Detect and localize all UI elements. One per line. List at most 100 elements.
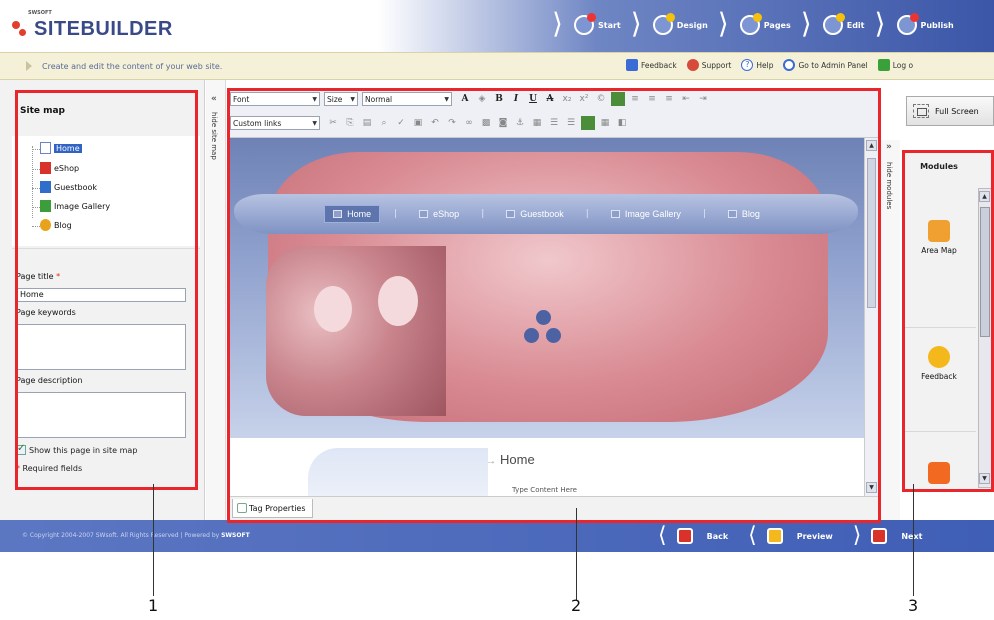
copy-icon[interactable]: ⎘ (343, 116, 357, 130)
back-button[interactable]: ⟨ Back (648, 525, 738, 547)
preview-button[interactable]: ⟨ Preview (738, 525, 843, 547)
help-link[interactable]: ? Help (741, 59, 773, 71)
tree-item-eshop[interactable]: eShop (32, 162, 79, 174)
pages-step-icon (739, 13, 762, 35)
source-icon[interactable]: ◧ (615, 116, 629, 130)
collapse-left-button[interactable]: « (211, 94, 217, 104)
italic-icon[interactable]: I (509, 92, 523, 106)
page-keywords-textarea[interactable] (16, 324, 186, 370)
insert-table-icon[interactable]: ▦ (598, 116, 612, 130)
step-publish[interactable]: ⟩ Publish (875, 8, 964, 42)
spellcheck-icon[interactable]: ✓ (394, 116, 408, 130)
redo-icon[interactable]: ↷ (445, 116, 459, 130)
show-in-sitemap-checkbox[interactable]: Show this page in site map (16, 443, 137, 455)
nav-bullet-icon (333, 210, 343, 218)
bold-icon[interactable]: B (492, 92, 506, 106)
tag-properties-tab[interactable]: Tag Properties (232, 499, 313, 518)
logout-link[interactable]: Log o (877, 59, 913, 71)
nav-home[interactable]: Home (324, 205, 381, 223)
links-select[interactable]: Custom links ▼ (230, 116, 320, 130)
top-links: Feedback Support ? Help Go to Admin Panel… (626, 59, 913, 71)
superscript-icon[interactable]: x² (577, 92, 591, 106)
step-design[interactable]: ⟩ Design (631, 8, 718, 42)
step-start[interactable]: ⟩ Start (552, 8, 631, 42)
editor-scrollbar[interactable]: ▲ ▼ (864, 138, 878, 496)
unordered-list-icon[interactable]: ☰ (564, 116, 578, 130)
justify-icon[interactable]: ≡ (662, 92, 676, 106)
module-area-map[interactable]: Area Map (902, 210, 976, 328)
table-icon[interactable]: ▦ (530, 116, 544, 130)
scroll-down-icon[interactable]: ▼ (866, 482, 877, 493)
step-edit[interactable]: ⟩ Edit (801, 8, 875, 42)
nav-image-gallery[interactable]: Image Gallery (603, 206, 689, 222)
scrollbar-thumb[interactable] (867, 158, 876, 308)
page-body-text[interactable]: Type Content Here (512, 486, 577, 494)
nav-bullet-icon (610, 210, 620, 218)
link-icon[interactable]: ∞ (462, 116, 476, 130)
hide-modules-toggle[interactable]: hide modules (885, 162, 893, 209)
button-label: Full Screen (935, 106, 979, 116)
scroll-down-icon[interactable]: ▼ (979, 473, 990, 484)
next-button[interactable]: ⟩ Next (843, 525, 933, 547)
special-chars-icon[interactable]: © (594, 92, 608, 106)
module-feedback[interactable]: Feedback (902, 342, 976, 432)
align-left-icon[interactable] (611, 92, 625, 106)
ordered-list-icon[interactable]: ☰ (547, 116, 561, 130)
logo-text: SITEBUILDER (34, 18, 173, 40)
nav-divider: | (394, 209, 398, 219)
font-select[interactable]: Font ▼ (230, 92, 320, 106)
align-right-icon[interactable]: ≡ (645, 92, 659, 106)
chevron-right-icon: ⟩ (630, 7, 642, 40)
tree-item-home[interactable]: Home (32, 142, 82, 154)
undo-icon[interactable]: ↶ (428, 116, 442, 130)
design-mode-icon[interactable] (581, 116, 595, 130)
collapse-right-button[interactable]: » (886, 142, 892, 152)
tree-connector (32, 207, 40, 208)
select-all-icon[interactable]: ▣ (411, 116, 425, 130)
feedback-icon (626, 59, 638, 71)
select-value: Custom links (233, 118, 282, 128)
modules-scrollbar[interactable]: ▲ ▼ (978, 188, 992, 488)
nav-bullet-icon (727, 210, 737, 218)
chevron-right-icon: ⟩ (852, 523, 862, 548)
tree-item-label: Blog (54, 220, 72, 230)
step-label: Edit (846, 20, 865, 30)
nav-guestbook[interactable]: Guestbook (498, 206, 572, 222)
outdent-icon[interactable]: ⇤ (679, 92, 693, 106)
font-color-icon[interactable]: A (458, 92, 472, 106)
tree-item-image-gallery[interactable]: Image Gallery (32, 200, 110, 212)
hide-site-map-toggle[interactable]: hide site map (210, 112, 218, 160)
format-select[interactable]: Normal ▼ (362, 92, 452, 106)
cut-icon[interactable]: ✂ (326, 116, 340, 130)
paste-icon[interactable]: ▤ (360, 116, 374, 130)
image-icon[interactable]: ▩ (479, 116, 493, 130)
anchor-icon[interactable]: ⚓ (513, 116, 527, 130)
find-icon[interactable]: ⌕ (377, 116, 391, 130)
tree-item-guestbook[interactable]: Guestbook (32, 181, 97, 193)
nav-blog[interactable]: Blog (720, 206, 768, 222)
align-center-icon[interactable]: ≡ (628, 92, 642, 106)
admin-panel-link[interactable]: Go to Admin Panel (783, 59, 868, 71)
underline-icon[interactable]: U (526, 92, 540, 106)
full-screen-button[interactable]: Full Screen (906, 96, 994, 126)
scroll-up-icon[interactable]: ▲ (866, 140, 877, 151)
nav-eshop[interactable]: eShop (411, 206, 467, 222)
indent-icon[interactable]: ⇥ (696, 92, 710, 106)
scrollbar-thumb[interactable] (980, 207, 990, 337)
size-select[interactable]: Size ▼ (324, 92, 358, 106)
page-description-textarea[interactable] (16, 392, 186, 438)
subscript-icon[interactable]: x₂ (560, 92, 574, 106)
tree-item-blog[interactable]: Blog (32, 219, 72, 231)
feedback-link[interactable]: Feedback (626, 59, 677, 71)
page-editor-canvas[interactable]: Home | eShop | Guestbook | Image Gallery… (228, 138, 864, 496)
site-map-tree: Home eShop Guestbook Image Gallery Blog (12, 136, 200, 246)
media-icon[interactable]: ◙ (496, 116, 510, 130)
support-link[interactable]: Support (686, 59, 731, 71)
page-title-input[interactable]: Home (16, 288, 186, 302)
scroll-up-icon[interactable]: ▲ (979, 191, 990, 202)
chevron-left-icon: ⟨ (748, 523, 757, 548)
strikethrough-icon[interactable]: A (543, 92, 557, 106)
step-pages[interactable]: ⟩ Pages (718, 8, 801, 42)
highlight-color-icon[interactable]: ◈ (475, 92, 489, 106)
format-buttons: A ◈ B I U A x₂ x² © ≡ ≡ ≡ ⇤ ⇥ (458, 91, 710, 107)
